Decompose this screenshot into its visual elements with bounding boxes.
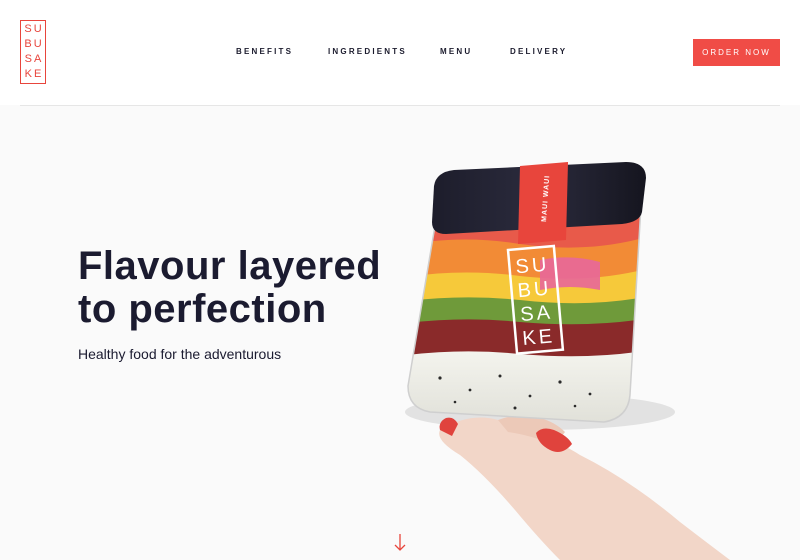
hero-product-image: MAUI WAUI SU BU SA KE — [405, 162, 730, 560]
order-now-button[interactable]: ORDER NOW — [693, 39, 780, 66]
hero-title-line: Flavour layered — [78, 244, 382, 288]
jar-logo-line: SU — [515, 253, 551, 278]
jar-logo-line: SA — [519, 301, 553, 326]
header-divider — [20, 105, 780, 106]
main-nav: BENEFITS INGREDIENTS MENU DELIVERY — [0, 47, 800, 59]
jar-logo-line: KE — [522, 325, 556, 350]
hero-subtitle: Healthy food for the adventurous — [78, 346, 282, 362]
nav-delivery[interactable]: DELIVERY — [510, 47, 567, 56]
hand-illustration — [439, 415, 730, 560]
logo-line: SU — [24, 23, 44, 35]
logo-line: KE — [24, 68, 44, 80]
jar-logo-line: BU — [517, 277, 553, 302]
nav-menu[interactable]: MENU — [440, 47, 472, 56]
nav-benefits[interactable]: BENEFITS — [236, 47, 293, 56]
hero-title: Flavour layered to perfection — [78, 245, 381, 331]
hero-title-line: to perfection — [78, 287, 327, 331]
nav-ingredients[interactable]: INGREDIENTS — [328, 47, 407, 56]
arrow-down-icon[interactable] — [392, 532, 408, 554]
